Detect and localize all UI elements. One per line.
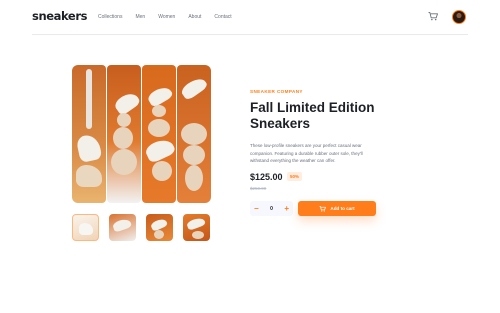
nav-contact[interactable]: Contact bbox=[214, 14, 231, 20]
product-main-image[interactable] bbox=[72, 65, 211, 203]
cart-icon bbox=[319, 205, 327, 212]
image-strip bbox=[107, 65, 141, 203]
image-strip bbox=[72, 65, 106, 203]
image-strip bbox=[177, 65, 211, 203]
decrease-button[interactable]: − bbox=[254, 201, 259, 216]
thumbnail-4[interactable] bbox=[183, 214, 210, 241]
add-to-cart-label: Add to cart bbox=[330, 206, 355, 211]
product-description: These low-profile sneakers are your perf… bbox=[250, 143, 363, 163]
discount-badge: 50% bbox=[287, 172, 303, 181]
current-price: $125.00 bbox=[250, 172, 283, 182]
nav-men[interactable]: Men bbox=[135, 14, 145, 20]
logo[interactable]: sneakers bbox=[32, 9, 87, 23]
thumbnail-list bbox=[72, 214, 211, 242]
product-title: Fall Limited Edition Sneakers bbox=[250, 100, 375, 131]
quantity-stepper: − 0 + bbox=[250, 201, 293, 216]
thumbnail-1[interactable] bbox=[72, 214, 99, 241]
user-avatar[interactable] bbox=[452, 10, 466, 24]
cart-icon[interactable] bbox=[428, 12, 438, 21]
image-strip bbox=[142, 65, 176, 203]
add-to-cart-button[interactable]: Add to cart bbox=[298, 201, 376, 216]
site-header: sneakers Collections Men Women About Con… bbox=[32, 0, 468, 35]
quantity-value: 0 bbox=[270, 205, 273, 212]
original-price: $250.00 bbox=[250, 186, 267, 191]
main-nav: Collections Men Women About Contact bbox=[98, 14, 245, 20]
thumbnail-2[interactable] bbox=[109, 214, 136, 241]
nav-women[interactable]: Women bbox=[158, 14, 175, 20]
increase-button[interactable]: + bbox=[284, 201, 289, 216]
nav-collections[interactable]: Collections bbox=[98, 14, 122, 20]
nav-about[interactable]: About bbox=[188, 14, 201, 20]
thumbnail-3[interactable] bbox=[146, 214, 173, 241]
company-name: SNEAKER COMPANY bbox=[250, 89, 303, 94]
